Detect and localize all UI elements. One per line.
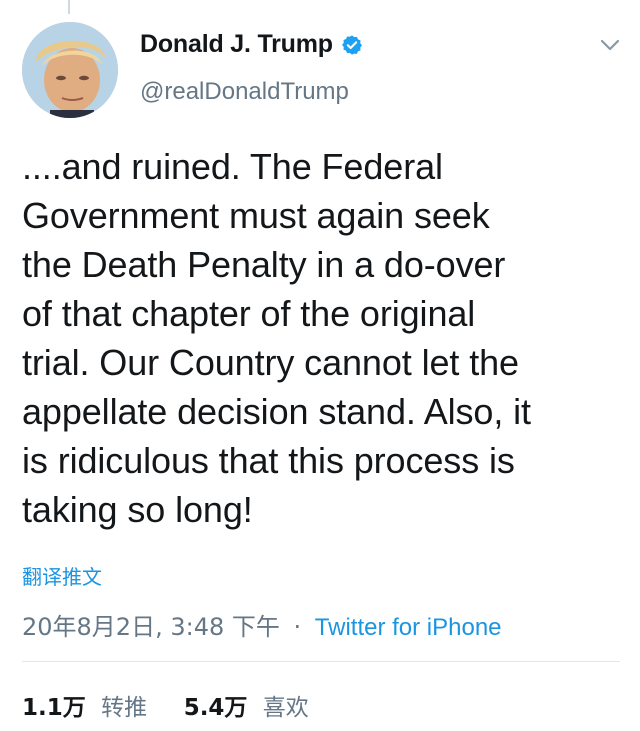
retweets-stat[interactable]: 1.1万 转推 bbox=[22, 695, 154, 721]
avatar[interactable] bbox=[22, 22, 118, 118]
tweet-header: Donald J. Trump @realDonaldTrump bbox=[0, 0, 640, 125]
translate-tweet-link[interactable]: 翻译推文 bbox=[22, 561, 102, 590]
tweet-text-line: taking so long! bbox=[22, 489, 253, 530]
tweet-text-line: of that chapter of the original bbox=[22, 293, 476, 334]
retweets-count: 1.1万 bbox=[22, 695, 86, 721]
divider bbox=[22, 661, 620, 662]
likes-count: 5.4万 bbox=[183, 695, 248, 721]
likes-label: 喜欢 bbox=[262, 695, 309, 721]
verified-badge-icon bbox=[341, 34, 363, 56]
tweet-text-line: Government must again seek bbox=[22, 195, 490, 236]
meta-separator: · bbox=[293, 613, 302, 641]
tweet-meta: 20年8月2日, 3:48 下午 · Twitter for iPhone bbox=[22, 607, 502, 642]
tweet-text-line: is ridiculous that this process is bbox=[22, 440, 515, 481]
chevron-down-icon[interactable] bbox=[600, 38, 620, 52]
avatar-portrait-image bbox=[22, 22, 118, 118]
tweet-text-line: the Death Penalty in a do-over bbox=[22, 244, 506, 285]
tweet-text-line: appellate decision stand. Also, it bbox=[22, 391, 531, 432]
tweet-timestamp[interactable]: 20年8月2日, 3:48 下午 bbox=[22, 613, 280, 641]
tweet-text-line: trial. Our Country cannot let the bbox=[22, 342, 519, 383]
display-name[interactable]: Donald J. Trump bbox=[140, 30, 333, 59]
tweet-text-line: ....and ruined. The Federal bbox=[22, 146, 443, 187]
user-handle[interactable]: @realDonaldTrump bbox=[140, 78, 349, 106]
likes-stat[interactable]: 5.4万 喜欢 bbox=[184, 695, 309, 721]
tweet-stats: 1.1万 转推 5.4万 喜欢 bbox=[22, 688, 309, 722]
name-row: Donald J. Trump bbox=[140, 30, 363, 59]
tweet-source-link[interactable]: Twitter for iPhone bbox=[315, 614, 502, 641]
tweet-text: ....and ruined. The Federal Government m… bbox=[22, 142, 622, 534]
retweets-label: 转推 bbox=[101, 695, 148, 721]
